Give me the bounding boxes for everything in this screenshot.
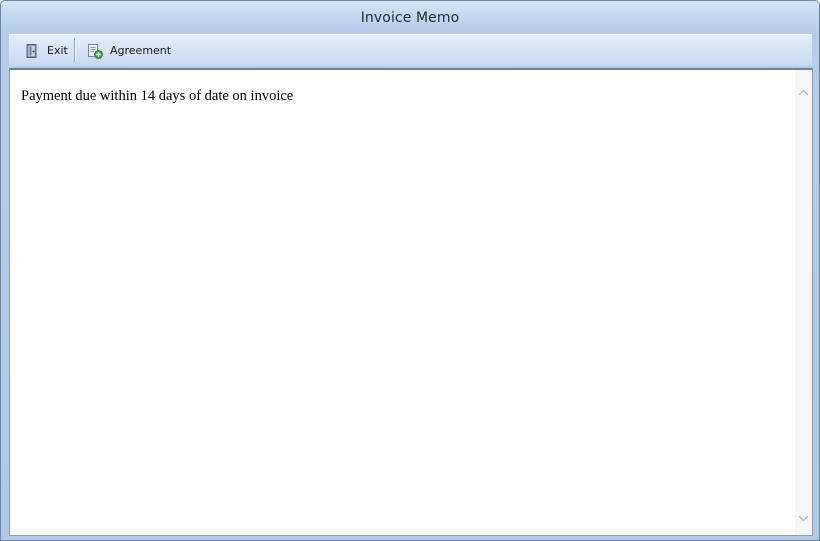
vertical-scrollbar[interactable] bbox=[795, 70, 812, 535]
title-bar[interactable]: Invoice Memo bbox=[1, 1, 819, 33]
scroll-down-button[interactable] bbox=[795, 508, 812, 525]
toolbar-separator bbox=[74, 38, 75, 63]
agreement-label: Agreement bbox=[110, 44, 172, 57]
window-title: Invoice Memo bbox=[360, 10, 460, 26]
exit-label: Exit bbox=[47, 44, 68, 57]
invoice-memo-window: Invoice Memo Exit Agreement Payment due … bbox=[0, 0, 820, 541]
exit-door-icon bbox=[24, 43, 40, 59]
memo-text-area[interactable]: Payment due within 14 days of date on in… bbox=[9, 68, 813, 536]
agreement-add-icon bbox=[87, 43, 103, 59]
scroll-up-button[interactable] bbox=[795, 82, 812, 99]
chevron-up-icon bbox=[798, 81, 809, 100]
chevron-down-icon bbox=[798, 507, 809, 526]
toolbar: Exit Agreement bbox=[9, 34, 812, 66]
memo-content: Payment due within 14 days of date on in… bbox=[21, 88, 294, 104]
agreement-button[interactable]: Agreement bbox=[87, 39, 171, 62]
exit-button[interactable]: Exit bbox=[24, 39, 68, 62]
